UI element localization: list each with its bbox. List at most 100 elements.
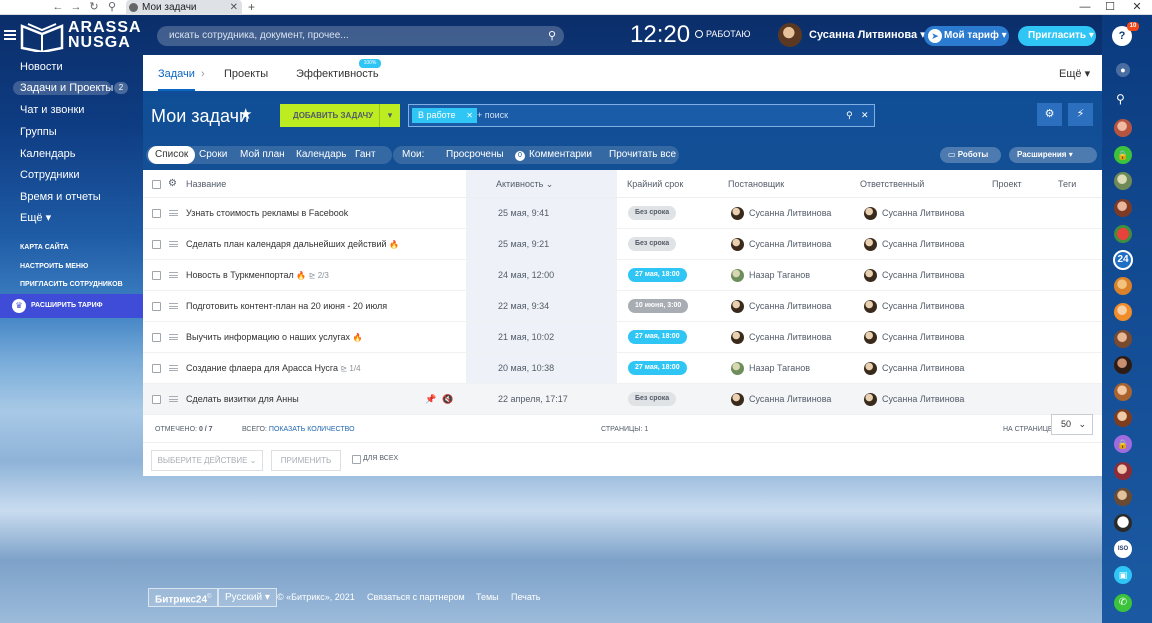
- menu-item-groups[interactable]: Группы: [20, 125, 57, 139]
- task-name[interactable]: Сделать визитки для Анны: [186, 384, 299, 415]
- invite-button[interactable]: Пригласить ▾: [1018, 26, 1096, 46]
- maximize-icon[interactable]: ☐: [1103, 0, 1117, 14]
- column-settings-icon[interactable]: ⚙: [168, 170, 177, 198]
- avatar[interactable]: [1114, 409, 1132, 427]
- view-gantt[interactable]: Гант: [355, 146, 376, 164]
- deadline-badge[interactable]: 10 июня, 3:00: [628, 299, 689, 313]
- menu-item-chat[interactable]: Чат и звонки: [20, 103, 84, 117]
- tab-more[interactable]: Ещё ▾: [1059, 55, 1090, 91]
- column-responsible[interactable]: Ответственный: [860, 170, 924, 198]
- task-name[interactable]: Узнать стоимость рекламы в Facebook: [186, 198, 348, 229]
- table-row[interactable]: Выучить информацию о наших услугах 🔥 21 …: [143, 322, 1102, 353]
- deadline-badge[interactable]: Без срока: [628, 237, 677, 251]
- task-name[interactable]: Подготовить контент-план на 20 июня - 20…: [186, 291, 387, 322]
- tab-tasks[interactable]: Задачи: [158, 55, 195, 91]
- column-tags[interactable]: Теги: [1058, 170, 1076, 198]
- help-button[interactable]: ? 10: [1112, 22, 1139, 46]
- avatar[interactable]: [1114, 488, 1132, 506]
- deadline-badge[interactable]: 27 мая, 18:00: [628, 268, 687, 282]
- clock[interactable]: 12:20: [630, 22, 690, 48]
- deadline-badge[interactable]: 27 мая, 18:00: [628, 361, 687, 375]
- column-creator[interactable]: Постановщик: [728, 170, 784, 198]
- company-logo[interactable]: ARASSA NUSGA: [20, 18, 141, 52]
- search-icon[interactable]: ⚲: [1116, 92, 1125, 106]
- avatar[interactable]: [1114, 514, 1132, 532]
- avatar[interactable]: [1114, 225, 1132, 243]
- avatar[interactable]: [1114, 462, 1132, 480]
- task-responsible[interactable]: Сусанна Литвинова: [882, 198, 964, 229]
- comments-filter[interactable]: 0 Комментарии: [515, 146, 592, 164]
- table-row[interactable]: Создание флаера для Арасса Нусга ⊵ 1/4 2…: [143, 353, 1102, 384]
- menu-burger-icon[interactable]: [4, 30, 16, 40]
- menu-item-calendar[interactable]: Календарь: [20, 147, 76, 161]
- calendar-icon[interactable]: ▣: [1114, 566, 1132, 584]
- robots-button[interactable]: ▭ Роботы: [940, 147, 1001, 163]
- row-checkbox[interactable]: [152, 333, 161, 342]
- tab-projects[interactable]: Проекты: [224, 55, 268, 91]
- link-icon[interactable]: ⚲: [106, 1, 118, 13]
- bell-icon[interactable]: ●: [1116, 63, 1130, 77]
- task-creator[interactable]: Сусанна Литвинова: [749, 291, 831, 322]
- back-icon[interactable]: ←: [52, 1, 64, 13]
- column-project[interactable]: Проект: [992, 170, 1022, 198]
- task-name-cell[interactable]: Сделать план календаря дальнейших действ…: [186, 229, 399, 260]
- row-menu-icon[interactable]: [169, 365, 178, 371]
- filter-chip[interactable]: В работе ✕: [412, 108, 477, 123]
- menu-item-tasks[interactable]: Задачи и Проекты: [20, 81, 113, 95]
- search-icon[interactable]: ⚲: [846, 105, 853, 126]
- configure-menu-link[interactable]: НАСТРОИТЬ МЕНЮ: [20, 263, 88, 271]
- extensions-button[interactable]: Расширения ▾: [1009, 147, 1097, 163]
- phone-icon[interactable]: ✆: [1114, 594, 1132, 612]
- remove-filter-icon[interactable]: ✕: [466, 108, 473, 123]
- table-row[interactable]: Узнать стоимость рекламы в Facebook 25 м…: [143, 198, 1102, 229]
- filter-search-input[interactable]: В работе ✕ + поиск ⚲ ✕: [408, 104, 875, 127]
- avatar[interactable]: [1114, 119, 1132, 137]
- tariff-button[interactable]: ➤ Мой тариф ▾: [924, 26, 1009, 46]
- language-select[interactable]: Русский ▾: [218, 588, 277, 607]
- close-tab-icon[interactable]: ✕: [230, 0, 238, 15]
- star-icon[interactable]: ★: [239, 105, 252, 123]
- new-tab-button[interactable]: +: [248, 0, 255, 15]
- task-name-cell[interactable]: Выучить информацию о наших услугах 🔥: [186, 322, 363, 353]
- add-task-button[interactable]: ДОБАВИТЬ ЗАДАЧУ ▾: [280, 104, 400, 127]
- choose-action-select[interactable]: ВЫБЕРИТЕ ДЕЙСТВИЕ ⌄: [151, 450, 263, 471]
- reload-icon[interactable]: ↻: [88, 1, 100, 13]
- for-all-checkbox[interactable]: [352, 455, 361, 464]
- table-row[interactable]: Сделать план календаря дальнейших действ…: [143, 229, 1102, 260]
- task-responsible[interactable]: Сусанна Литвинова: [882, 353, 964, 384]
- menu-item-news[interactable]: Новости: [20, 60, 63, 74]
- avatar[interactable]: [1114, 330, 1132, 348]
- task-responsible[interactable]: Сусанна Литвинова: [882, 260, 964, 291]
- column-name[interactable]: Название: [186, 170, 226, 198]
- view-my-plan[interactable]: Мой план: [240, 146, 285, 164]
- view-calendar[interactable]: Календарь: [296, 146, 346, 164]
- row-menu-icon[interactable]: [169, 272, 178, 278]
- partner-link[interactable]: Связаться с партнером: [367, 588, 465, 606]
- settings-gear-button[interactable]: ⚙: [1037, 103, 1062, 126]
- deadline-badge[interactable]: Без срока: [628, 206, 677, 220]
- menu-item-more[interactable]: Ещё ▾: [20, 211, 51, 225]
- task-creator[interactable]: Назар Таганов: [749, 353, 810, 384]
- task-responsible[interactable]: Сусанна Литвинова: [882, 322, 964, 353]
- avatar[interactable]: [1114, 172, 1132, 190]
- iso-icon[interactable]: ISO: [1114, 540, 1132, 558]
- bitrix24-icon[interactable]: 24: [1113, 250, 1133, 270]
- column-activity[interactable]: Активность ⌄: [496, 170, 553, 198]
- work-status[interactable]: РАБОТАЮ: [695, 29, 751, 40]
- avatar[interactable]: [1114, 199, 1132, 217]
- close-window-icon[interactable]: ✕: [1130, 0, 1144, 14]
- row-menu-icon[interactable]: [169, 210, 178, 216]
- print-link[interactable]: Печать: [511, 588, 540, 606]
- lock-icon[interactable]: 🔒: [1114, 146, 1132, 164]
- table-row[interactable]: Подготовить контент-план на 20 июня - 20…: [143, 291, 1102, 322]
- clear-filter-icon[interactable]: ✕: [861, 105, 869, 126]
- task-name-cell[interactable]: Новость в Туркменпортал 🔥 ⊵ 2/3: [186, 260, 329, 291]
- bitrix24-logo[interactable]: Битрикс24©: [148, 588, 219, 607]
- overdue-filter[interactable]: Просрочены: [446, 146, 504, 164]
- row-checkbox[interactable]: [152, 271, 161, 280]
- task-name-cell[interactable]: Создание флаера для Арасса Нусга ⊵ 1/4: [186, 353, 361, 384]
- row-menu-icon[interactable]: [169, 241, 178, 247]
- global-search-input[interactable]: искать сотрудника, документ, прочее... ⚲: [157, 26, 564, 46]
- avatar[interactable]: [1114, 303, 1132, 321]
- column-deadline[interactable]: Крайний срок: [627, 170, 683, 198]
